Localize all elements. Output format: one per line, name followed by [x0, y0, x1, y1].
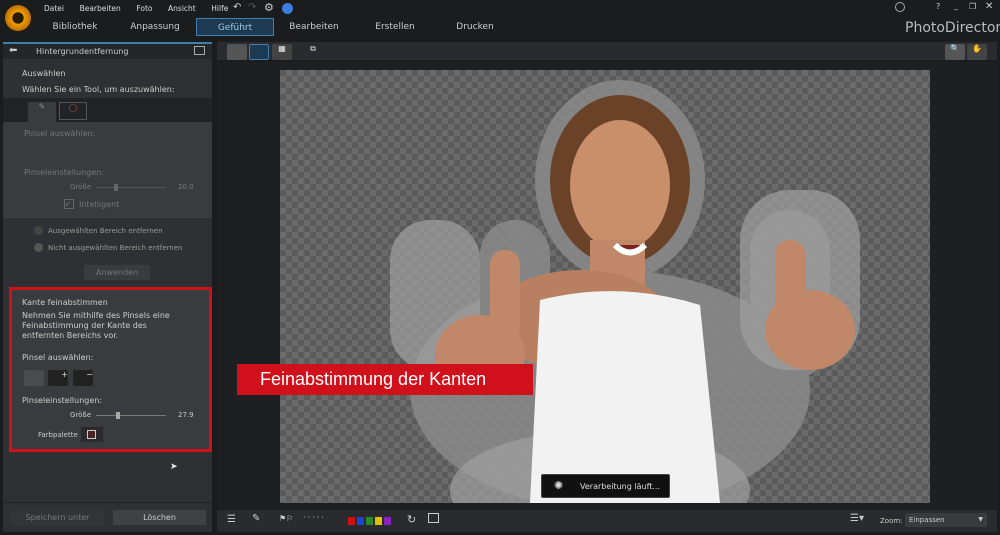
- spinner-icon: ✺: [554, 479, 564, 492]
- zoom-select-value: Einpassen: [909, 516, 945, 524]
- refine-size-label: Größe: [70, 411, 92, 419]
- rating-dots[interactable]: ·····: [303, 513, 326, 522]
- brush-tool-tab[interactable]: ✎: [28, 102, 56, 122]
- zoom-label: Zoom:: [880, 517, 903, 525]
- user-icon[interactable]: [895, 2, 905, 12]
- undo-icon[interactable]: ↶: [233, 2, 241, 13]
- refine-description: Nehmen Sie mithilfe des Pinsels eine Fei…: [22, 311, 170, 340]
- update-icon[interactable]: [282, 3, 293, 14]
- left-panel: ⬅ Hintergrundentfernung Auswählen Wählen…: [3, 42, 212, 532]
- palette-label: Farbpalette: [38, 431, 78, 439]
- menu-hilfe[interactable]: Hilfe: [211, 4, 228, 13]
- refine-brush-settings-label: Pinseleinstellungen:: [22, 396, 103, 405]
- back-button[interactable]: ⬅: [9, 45, 17, 56]
- intelligent-label: Intelligent: [79, 200, 120, 209]
- menu-foto[interactable]: Foto: [136, 4, 152, 13]
- palette-button[interactable]: [81, 427, 103, 442]
- help-video-icon[interactable]: [194, 46, 205, 55]
- processing-toast: ✺ Verarbeitung läuft...: [541, 474, 670, 498]
- tab-bibliothek[interactable]: Bibliothek: [36, 18, 114, 36]
- help-icon[interactable]: ?: [936, 2, 940, 11]
- compare-button[interactable]: ⧉: [303, 44, 323, 60]
- auto-brush-button[interactable]: [27, 143, 47, 159]
- bottom-toolbar: ☰ ✎ ⚑⚐ ····· ↻ ☰▾ Zoom: Einpassen ▼: [217, 510, 997, 532]
- app-logo: [5, 5, 31, 31]
- photo-canvas[interactable]: [280, 70, 930, 503]
- size-value: 20.0: [178, 183, 194, 191]
- app-title: PhotoDirector: [905, 20, 1000, 36]
- restore-icon[interactable]: ❐: [969, 2, 976, 11]
- menu-datei[interactable]: Datei: [44, 4, 64, 13]
- chevron-down-icon: ▼: [978, 516, 983, 523]
- intelligent-checkbox[interactable]: ✓: [64, 199, 74, 209]
- color-label-2[interactable]: [366, 517, 373, 525]
- settings-icon[interactable]: ⚙: [264, 1, 274, 14]
- redo-icon[interactable]: ↷: [248, 2, 256, 13]
- brush-settings-label: Pinseleinstellungen:: [24, 168, 105, 177]
- tab-bearbeiten[interactable]: Bearbeiten: [275, 18, 353, 36]
- color-label-1[interactable]: [357, 517, 364, 525]
- refine-brush-add-button[interactable]: +: [48, 370, 68, 386]
- refine-edge-section: Kante feinabstimmen Nehmen Sie mithilfe …: [9, 287, 212, 452]
- flag-icon[interactable]: ⚑⚐: [279, 514, 293, 523]
- stack-icon[interactable]: ☰: [227, 514, 236, 525]
- refine-brush-subtract-button[interactable]: −: [73, 370, 93, 386]
- brush-select-label: Pinsel auswählen:: [24, 129, 96, 138]
- crop-export-icon[interactable]: [428, 513, 439, 523]
- view-browse-button[interactable]: [227, 44, 247, 60]
- refine-heading: Kante feinabstimmen: [22, 298, 108, 307]
- size-slider-thumb[interactable]: [113, 184, 118, 191]
- rotate-icon[interactable]: ↻: [407, 513, 416, 526]
- view-grid-button[interactable]: ▦: [272, 44, 292, 60]
- size-slider[interactable]: [96, 184, 166, 191]
- select-hint: Wählen Sie ein Tool, um auszuwählen:: [22, 85, 175, 94]
- refine-brush-button[interactable]: [24, 370, 44, 386]
- zoom-tool-icon[interactable]: 🔍: [945, 44, 965, 60]
- edit-tag-icon[interactable]: ✎: [252, 513, 260, 524]
- subject-image: [390, 80, 860, 503]
- refine-brush-label: Pinsel auswählen:: [22, 353, 94, 362]
- cursor-icon: ➤: [170, 462, 178, 472]
- menu-bar: Datei Bearbeiten Foto Ansicht Hilfe: [44, 4, 241, 13]
- zoom-select[interactable]: Einpassen ▼: [905, 513, 987, 527]
- refine-size-slider-thumb[interactable]: [115, 412, 120, 419]
- panel-title: Hintergrundentfernung: [36, 47, 129, 56]
- brush-add-button[interactable]: [58, 143, 78, 159]
- lasso-tool-tab[interactable]: ◯: [59, 102, 87, 120]
- close-icon[interactable]: ✕: [985, 1, 993, 12]
- tab-erstellen[interactable]: Erstellen: [356, 18, 434, 36]
- radio-remove-unselected[interactable]: [34, 243, 43, 252]
- color-labels: [348, 517, 393, 527]
- menu-ansicht[interactable]: Ansicht: [168, 4, 196, 13]
- processing-text: Verarbeitung läuft...: [580, 482, 661, 491]
- tab-gefuehrt[interactable]: Geführt: [196, 18, 274, 36]
- tab-drucken[interactable]: Drucken: [436, 18, 514, 36]
- minimize-icon[interactable]: _: [954, 1, 958, 10]
- menu-bearbeiten[interactable]: Bearbeiten: [80, 4, 121, 13]
- feature-label: Feinabstimmung der Kanten: [237, 364, 533, 395]
- color-label-3[interactable]: [375, 517, 382, 525]
- color-label-0[interactable]: [348, 517, 355, 525]
- apply-button[interactable]: Anwenden: [84, 265, 150, 280]
- color-label-4[interactable]: [384, 517, 391, 525]
- delete-button[interactable]: Löschen: [113, 510, 206, 525]
- save-as-button[interactable]: Speichern unter: [11, 510, 104, 525]
- radio-remove-selected[interactable]: [34, 226, 43, 235]
- radio-remove-unselected-label: Nicht ausgewählten Bereich entfernen: [48, 244, 183, 252]
- hand-tool-icon[interactable]: ✋: [967, 44, 987, 60]
- refine-size-value: 27.9: [178, 411, 194, 419]
- radio-remove-selected-label: Ausgewählten Bereich entfernen: [48, 227, 163, 235]
- view-single-button[interactable]: [249, 44, 269, 60]
- sort-menu-icon[interactable]: ☰▾: [850, 513, 864, 524]
- select-heading: Auswählen: [22, 69, 66, 78]
- brush-subtract-button[interactable]: [83, 143, 103, 159]
- refine-size-slider[interactable]: [96, 412, 166, 419]
- size-label: Größe: [70, 183, 92, 191]
- tab-anpassung[interactable]: Anpassung: [116, 18, 194, 36]
